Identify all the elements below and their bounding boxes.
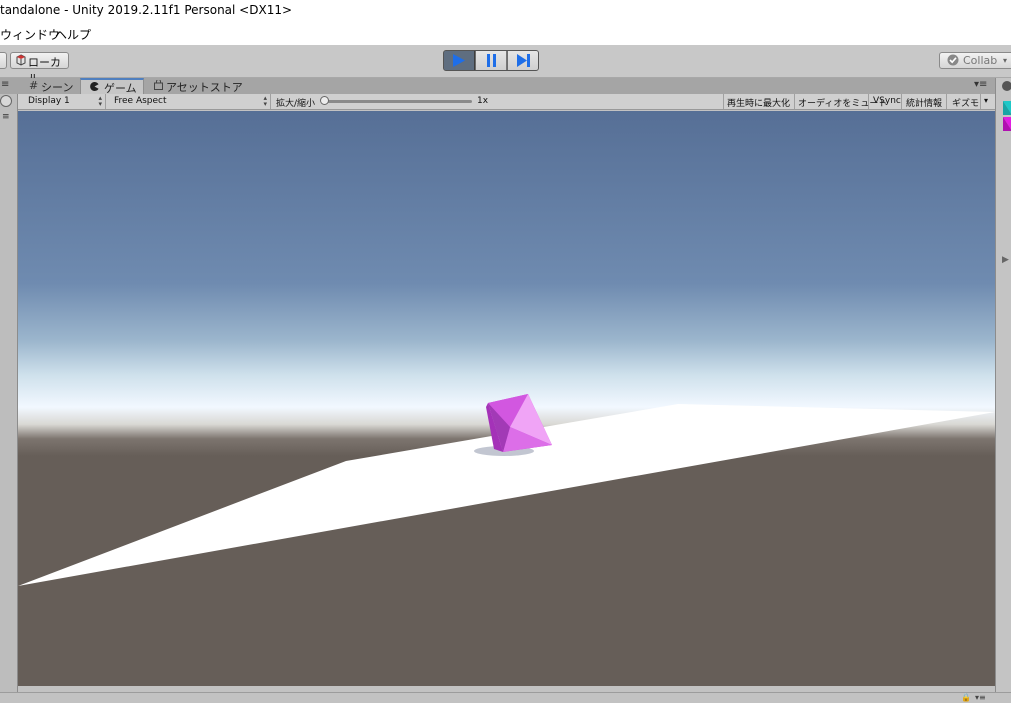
chevron-down-icon: ▾ xyxy=(984,96,989,105)
step-button[interactable] xyxy=(508,51,538,70)
display-dropdown[interactable]: Display 1 ▴ ▾ xyxy=(18,94,106,109)
editor-tab-strip: ≡ # シーン ゲーム アセットストア ▾≡ xyxy=(0,78,995,95)
window-title: tandalone - Unity 2019.2.11f1 Personal <… xyxy=(0,3,293,17)
expand-arrow-icon[interactable]: ▶ xyxy=(1002,255,1009,265)
tab-game[interactable]: ゲーム xyxy=(80,78,144,95)
maximize-label: 再生時に最大化 xyxy=(727,99,791,109)
gizmos-toggle[interactable]: ギズモ xyxy=(947,94,981,109)
scene-grid-icon: # xyxy=(29,79,39,92)
stats-toggle[interactable]: 統計情報 xyxy=(902,94,947,109)
toolbar-edge-button[interactable] xyxy=(0,52,7,69)
tab-asset-store[interactable]: アセットストア xyxy=(150,78,243,94)
cube-icon xyxy=(16,54,26,66)
playmode-controls xyxy=(443,50,539,71)
scale-control: 拡大/縮小 1x xyxy=(272,94,724,109)
tab-asset-store-label: アセットストア xyxy=(166,81,243,94)
title-bar: tandalone - Unity 2019.2.11f1 Personal <… xyxy=(0,0,1011,22)
skybox xyxy=(18,111,995,686)
gizmos-label: ギズモ xyxy=(952,99,980,109)
menu-bar: ウィンドウ ヘルプ xyxy=(0,22,1011,45)
collab-label: Collab xyxy=(963,54,998,67)
gizmos-dropdown[interactable]: ▾ xyxy=(981,94,994,109)
aspect-label: Free Aspect xyxy=(114,96,167,106)
aspect-dropdown[interactable]: Free Aspect ▴ ▾ xyxy=(107,94,271,109)
pivot-local-button[interactable]: ローカル xyxy=(10,52,69,85)
game-render xyxy=(18,111,995,686)
check-icon xyxy=(947,54,959,69)
display-label: Display 1 xyxy=(28,96,70,106)
game-view-toolbar: Display 1 ▴ ▾ Free Aspect ▴ ▾ 拡大/縮小 1x 再生時… xyxy=(18,94,995,110)
store-bag-icon xyxy=(154,79,163,93)
left-panel-strip: ≡ xyxy=(0,94,18,692)
mute-audio-toggle[interactable]: オーディオをミュート xyxy=(795,94,887,109)
menu-item-help[interactable]: ヘルプ xyxy=(55,26,91,43)
left-menu-icon[interactable]: ≡ xyxy=(2,112,10,122)
lock-icon[interactable]: 🔒 xyxy=(961,693,971,702)
main-toolbar: ローカル Collab ▾ xyxy=(0,45,1011,85)
scale-slider-thumb[interactable] xyxy=(320,96,329,105)
play-button[interactable] xyxy=(444,51,475,70)
tab-scene[interactable]: # シーン xyxy=(26,78,78,94)
chevron-down-icon: ▾ xyxy=(1003,56,1008,65)
scale-label: 拡大/縮小 xyxy=(276,99,316,109)
tab-menu-icon[interactable]: ▾≡ xyxy=(974,79,987,90)
vsync-toggle[interactable]: VSync xyxy=(869,94,902,109)
panel-menu-icon[interactable]: ▾≡ xyxy=(975,693,986,702)
step-icon xyxy=(516,54,531,70)
pause-button[interactable] xyxy=(476,51,507,70)
menu-item-window[interactable]: ウィンドウ xyxy=(0,26,60,43)
updown-arrows-icon: ▴ ▾ xyxy=(98,94,102,108)
search-circle-icon[interactable] xyxy=(0,95,12,107)
play-icon xyxy=(452,54,466,70)
collab-button[interactable]: Collab ▾ xyxy=(939,52,1011,69)
inspector-dot-icon xyxy=(1002,81,1011,91)
updown-arrows-icon: ▴ ▾ xyxy=(263,94,267,108)
stats-label: 統計情報 xyxy=(906,99,943,109)
status-bar: 🔒 ▾≡ xyxy=(0,692,1011,703)
scale-value: 1x xyxy=(477,96,489,106)
panel-menu-icon[interactable]: ≡ xyxy=(1,79,9,90)
scale-slider-track[interactable] xyxy=(322,100,472,103)
color-swatch-icon xyxy=(1003,101,1011,134)
vsync-label: VSync xyxy=(873,96,901,106)
game-viewport[interactable] xyxy=(18,111,995,686)
maximize-on-play-toggle[interactable]: 再生時に最大化 xyxy=(725,94,795,109)
tab-scene-label: シーン xyxy=(41,81,74,94)
right-panel-strip: ▶ xyxy=(995,78,1011,692)
game-pacman-icon xyxy=(90,81,99,94)
pause-icon xyxy=(486,54,497,70)
